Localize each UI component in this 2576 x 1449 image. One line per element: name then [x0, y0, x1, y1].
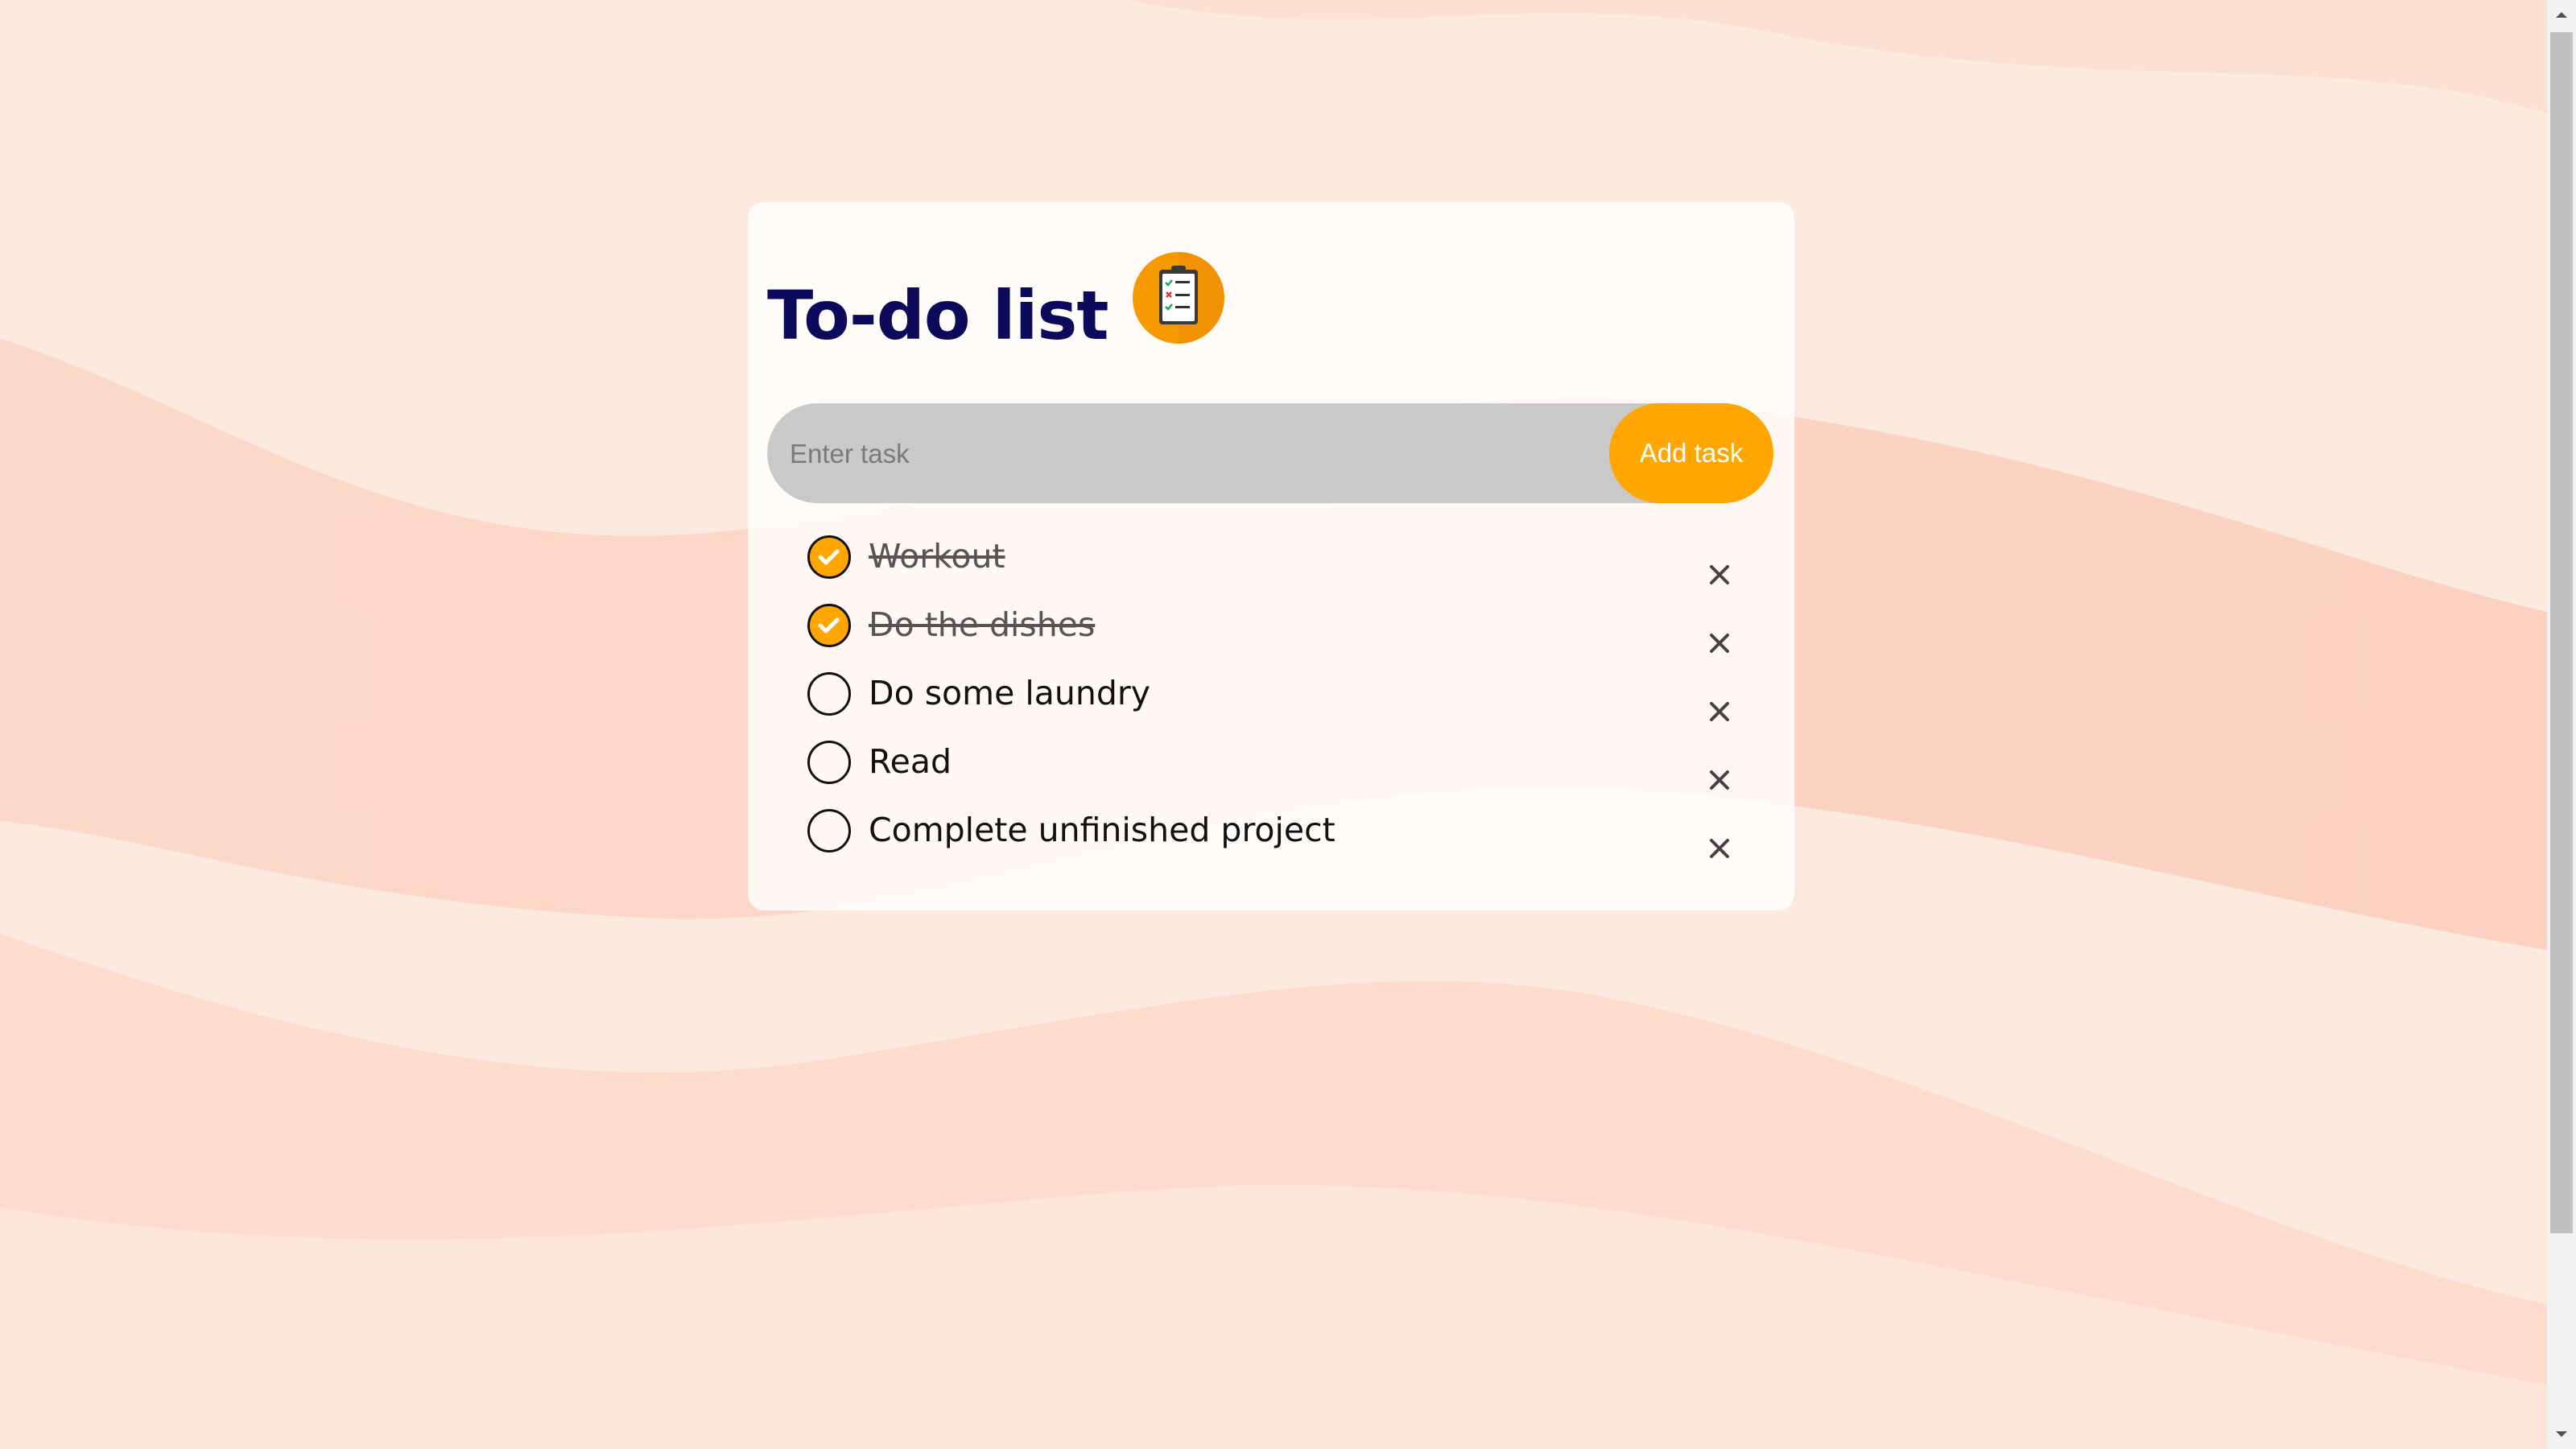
page-title: To-do list: [767, 276, 1109, 355]
scroll-down-arrow-icon[interactable]: [2547, 1420, 2576, 1449]
task-item[interactable]: Do some laundry: [748, 661, 1794, 729]
task-checkbox[interactable]: [807, 535, 851, 579]
task-checkbox[interactable]: [807, 604, 851, 647]
task-text: Complete unfinished project: [869, 811, 1335, 849]
task-item[interactable]: Complete unfinished project: [748, 798, 1794, 866]
add-task-button[interactable]: Add task: [1609, 403, 1773, 503]
task-input-row: Add task: [767, 403, 1773, 505]
header: To-do list: [767, 252, 1224, 355]
scroll-up-arrow-icon[interactable]: [2547, 0, 2576, 29]
task-item[interactable]: Do the dishes: [748, 592, 1794, 661]
task-checkbox[interactable]: [807, 672, 851, 716]
todo-card: To-do list Add task: [748, 202, 1794, 910]
task-text: Workout: [869, 537, 1005, 576]
close-icon[interactable]: [1707, 563, 1732, 587]
check-icon: [818, 549, 840, 565]
task-list: Workout Do the dishes Do some laundry Re…: [748, 524, 1794, 866]
task-item[interactable]: Workout: [748, 524, 1794, 592]
vertical-scrollbar[interactable]: [2547, 0, 2576, 1449]
task-text: Do some laundry: [869, 674, 1150, 712]
task-checkbox[interactable]: [807, 741, 851, 784]
page: To-do list Add task: [0, 0, 2576, 1449]
task-input[interactable]: [788, 403, 1580, 505]
close-icon[interactable]: [1707, 768, 1732, 792]
task-checkbox[interactable]: [807, 809, 851, 852]
task-text: Do the dishes: [869, 605, 1096, 644]
scroll-thumb[interactable]: [2550, 32, 2573, 1233]
check-icon: [818, 617, 840, 634]
task-text: Read: [869, 742, 952, 781]
close-icon[interactable]: [1707, 700, 1732, 724]
task-item[interactable]: Read: [748, 729, 1794, 798]
close-icon[interactable]: [1707, 836, 1732, 861]
close-icon[interactable]: [1707, 631, 1732, 655]
clipboard-checklist-icon: [1132, 252, 1224, 344]
